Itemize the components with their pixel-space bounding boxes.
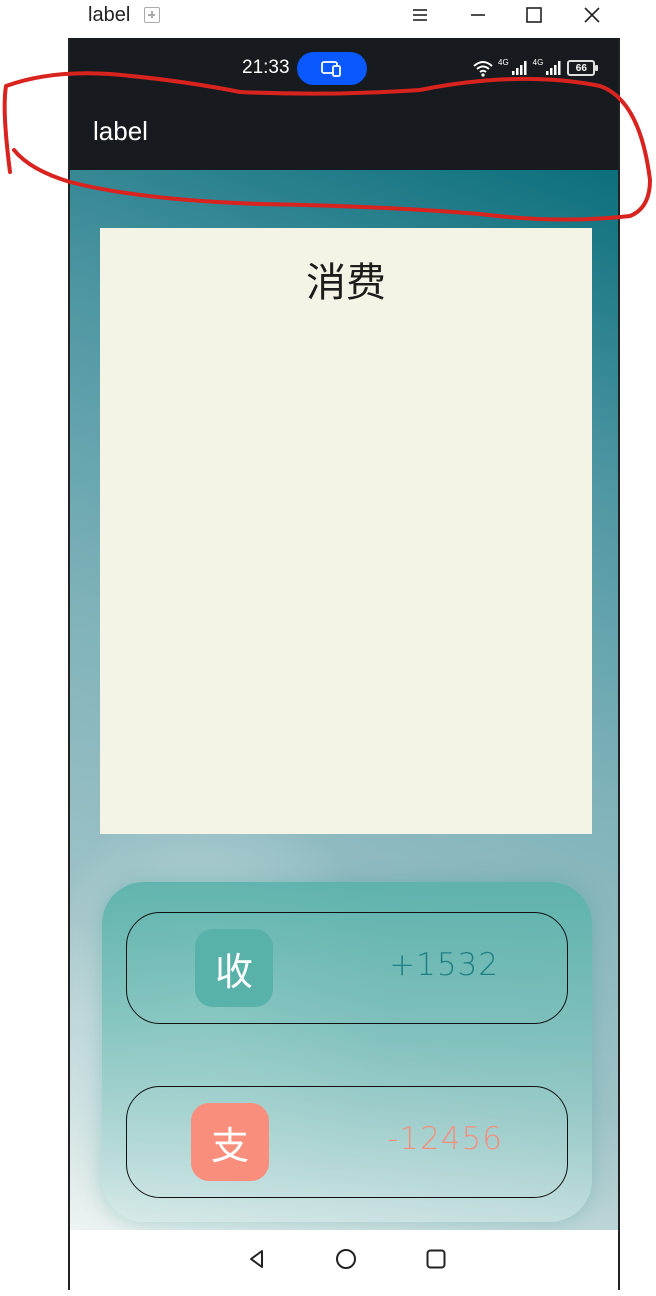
close-button[interactable] xyxy=(572,0,612,30)
window-title-bar: label xyxy=(68,0,620,38)
home-button[interactable] xyxy=(333,1246,359,1272)
window-title: label xyxy=(88,4,131,26)
new-window-icon[interactable] xyxy=(144,7,160,23)
back-button[interactable] xyxy=(244,1246,270,1272)
maximize-icon xyxy=(526,7,542,23)
menu-button[interactable] xyxy=(400,0,440,30)
status-icons: 4G 4G 66 xyxy=(472,58,599,78)
expense-row[interactable]: 支 -12456 xyxy=(126,1086,568,1198)
screen-cast-pill[interactable] xyxy=(297,52,367,85)
status-time: 21:33 xyxy=(242,57,290,78)
app-window: label 21:33 4G 4G 66 label 消费 收 +1532 支 … xyxy=(0,0,656,1296)
chart-title: 消费 xyxy=(306,260,386,306)
status-bar: 21:33 4G 4G 66 xyxy=(70,38,618,92)
recents-icon xyxy=(426,1249,446,1269)
home-icon xyxy=(336,1249,356,1269)
minimize-button[interactable] xyxy=(458,0,498,30)
expense-amount: -12456 xyxy=(387,1121,503,1157)
battery-icon: 66 xyxy=(567,60,599,76)
app-bar-title: label xyxy=(93,116,148,146)
close-icon xyxy=(584,7,600,23)
network-type-2: 4G xyxy=(532,58,544,67)
minimize-icon xyxy=(471,14,485,16)
signal-icon xyxy=(546,61,561,75)
summary-panel: 收 +1532 支 -12456 xyxy=(102,882,592,1222)
back-icon xyxy=(250,1250,263,1268)
chart-card: 消费 xyxy=(100,228,592,834)
income-amount: +1532 xyxy=(389,947,499,983)
main-content: 消费 收 +1532 支 -12456 xyxy=(70,170,618,1230)
battery-level: 66 xyxy=(575,62,587,74)
income-row[interactable]: 收 +1532 xyxy=(126,912,568,1024)
signal-icon xyxy=(511,61,527,75)
expense-badge-icon: 支 xyxy=(191,1103,269,1181)
maximize-button[interactable] xyxy=(514,0,554,30)
network-type-1: 4G xyxy=(498,58,509,67)
menu-icon xyxy=(413,9,427,21)
income-badge-icon: 收 xyxy=(195,929,273,1007)
screen-cast-icon xyxy=(321,60,341,77)
navigation-bar xyxy=(70,1230,618,1290)
app-bar: label xyxy=(70,92,618,170)
wifi-icon xyxy=(473,61,493,77)
recents-button[interactable] xyxy=(423,1246,449,1272)
phone-screen: 21:33 4G 4G 66 label 消费 收 +1532 支 -12456 xyxy=(68,38,620,1290)
